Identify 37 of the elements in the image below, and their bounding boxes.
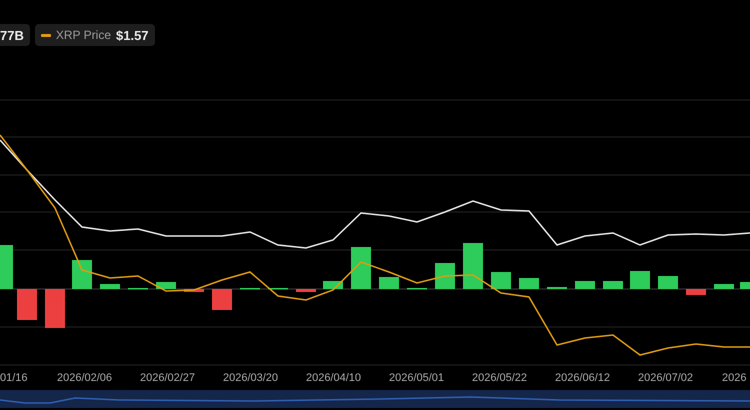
axis-label: 2026/07/02 xyxy=(638,372,694,384)
falling-histogram-bar xyxy=(17,289,37,320)
rising-histogram-bar xyxy=(491,272,511,289)
rising-histogram-bar xyxy=(658,276,678,289)
falling-histogram-bar xyxy=(184,289,204,292)
rising-histogram-bar xyxy=(463,243,483,289)
rising-histogram-bar xyxy=(630,271,650,289)
rising-histogram-bar xyxy=(603,281,623,289)
falling-histogram-bar xyxy=(296,289,316,292)
legend-value: 77B xyxy=(0,28,24,42)
falling-histogram-bar xyxy=(45,289,65,328)
rising-histogram-bar xyxy=(740,282,750,289)
rising-histogram-bar xyxy=(575,281,595,289)
axis-label: 2026/02/06 xyxy=(56,372,112,384)
rising-histogram-bar xyxy=(100,284,120,289)
axis-label: 2026 xyxy=(722,372,746,384)
rising-histogram-bar xyxy=(379,277,399,289)
axis-label: 2026/03/20 xyxy=(222,372,278,384)
falling-histogram-bar xyxy=(686,289,706,295)
axis-label: 2026/02/27 xyxy=(140,372,196,384)
range-navigator[interactable] xyxy=(0,390,750,408)
axis-label: 2026/06/12 xyxy=(554,372,610,384)
rising-histogram-bar xyxy=(72,260,92,289)
axis-label: 01/16 xyxy=(0,372,28,384)
legend-label: XRP Price xyxy=(56,28,111,42)
rising-histogram-bar xyxy=(435,263,455,289)
rising-histogram-bar xyxy=(714,284,734,289)
rising-histogram-bar xyxy=(519,278,539,289)
legend-value: $1.57 xyxy=(116,28,149,42)
rising-histogram-bar xyxy=(0,245,13,289)
falling-histogram-bar xyxy=(212,289,232,310)
axis-label: 2026/04/10 xyxy=(306,372,362,384)
rising-histogram-bar xyxy=(323,281,343,289)
axis-label: 2026/05/01 xyxy=(388,372,444,384)
rising-histogram-bar xyxy=(351,247,371,289)
axis-label: 2026/05/22 xyxy=(472,372,528,384)
rising-histogram-bar xyxy=(156,282,176,289)
